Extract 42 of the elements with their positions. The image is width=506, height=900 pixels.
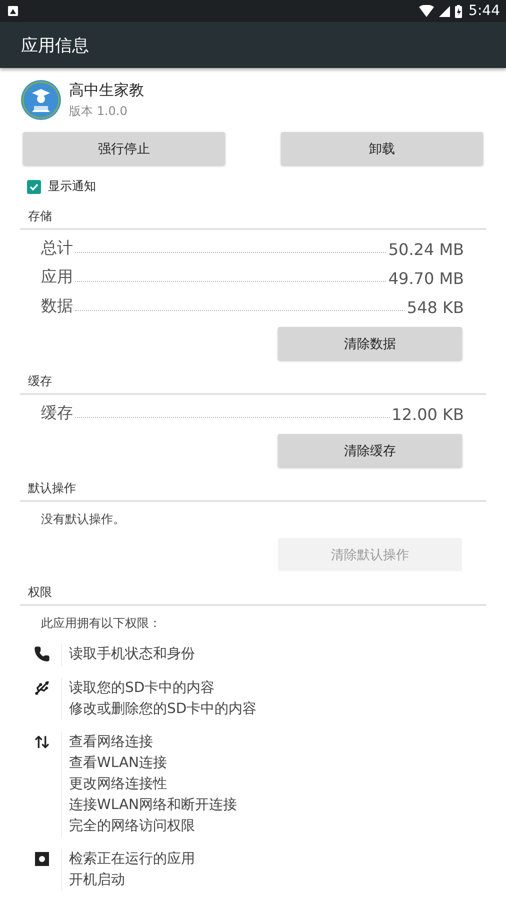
permission-text: 连接WLAN网络和断开连接 xyxy=(69,796,238,815)
permission-text: 读取手机状态和身份 xyxy=(69,645,195,664)
permission-text: 检索正在运行的应用 xyxy=(69,850,195,869)
section-note: 此应用拥有以下权限： xyxy=(41,616,161,630)
storage-label: 总计 xyxy=(41,238,73,259)
storage-value: 50.24 MB xyxy=(388,240,464,259)
permission-text: 查看网络连接 xyxy=(69,733,154,752)
storage-label: 应用 xyxy=(41,267,73,288)
clear-button[interactable]: 清除缓存 xyxy=(278,434,462,467)
up-down-arrows-icon xyxy=(34,734,50,750)
storage-label: 数据 xyxy=(41,296,73,317)
clear-button[interactable]: 清除数据 xyxy=(278,327,462,360)
section-title: 默认操作 xyxy=(28,481,76,495)
app-icon xyxy=(21,80,61,120)
permission-text: 修改或删除您的SD卡中的内容 xyxy=(69,700,257,719)
storage-value: 548 KB xyxy=(406,298,464,317)
permission-text: 完全的网络访问权限 xyxy=(69,817,196,836)
uninstall-button[interactable]: 卸载 xyxy=(281,132,483,165)
notification-icon xyxy=(8,6,18,16)
signal-icon xyxy=(438,6,450,16)
wifi-icon xyxy=(418,5,434,17)
phone-icon xyxy=(34,646,50,662)
usb-icon xyxy=(34,680,50,696)
permission-text: 查看WLAN连接 xyxy=(69,754,168,773)
section-title: 存储 xyxy=(28,209,52,223)
section-note: 没有默认操作。 xyxy=(41,512,125,526)
checkbox-label: 显示通知 xyxy=(48,178,96,195)
storage-label: 缓存 xyxy=(41,403,73,424)
checkbox[interactable] xyxy=(27,180,41,194)
permission-text: 更改网络连接性 xyxy=(69,775,168,794)
permission-text: 开机启动 xyxy=(69,871,126,890)
section-title: 缓存 xyxy=(28,374,52,388)
app-name: 高中生家教 xyxy=(69,80,144,100)
storage-value: 49.70 MB xyxy=(388,269,464,288)
battery-icon xyxy=(454,4,462,18)
permission-text: 读取您的SD卡中的内容 xyxy=(69,679,216,698)
section-title: 权限 xyxy=(28,585,52,599)
force-stop-button[interactable]: 强行停止 xyxy=(23,132,225,165)
app-version: 版本 1.0.0 xyxy=(69,102,128,120)
storage-value: 12.00 KB xyxy=(392,405,464,424)
screen-title: 应用信息 xyxy=(21,34,89,56)
clock: 5:44 xyxy=(468,3,500,19)
